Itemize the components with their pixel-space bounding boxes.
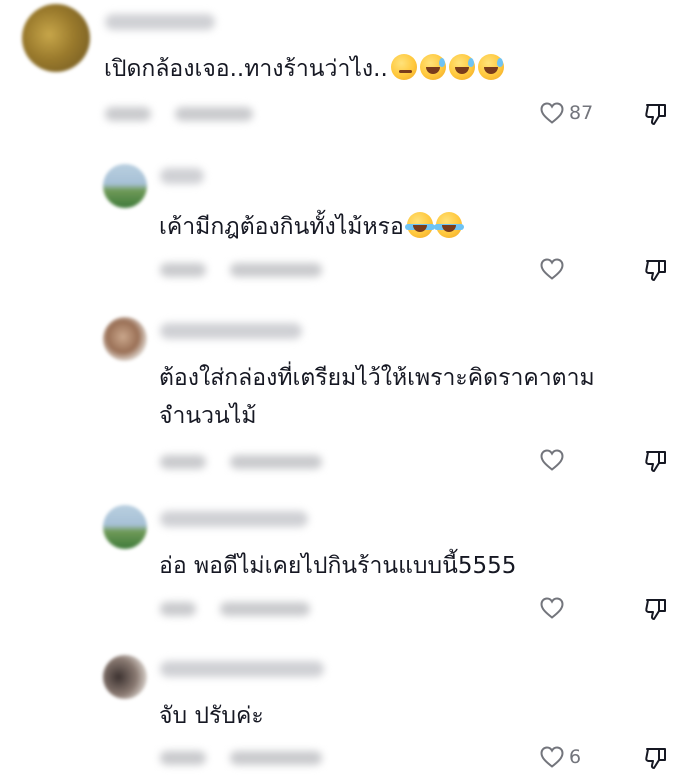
thumbs-down-outline-icon: [644, 449, 668, 473]
thumbs-down-outline-icon: [644, 597, 668, 621]
username-blurred[interactable]: [160, 168, 204, 184]
like-button[interactable]: 6: [540, 746, 581, 768]
username-blurred[interactable]: [160, 661, 324, 677]
heart-outline-icon: [540, 746, 564, 768]
reply-link-blurred[interactable]: [230, 455, 322, 469]
thumbs-down-outline-icon: [644, 746, 668, 770]
username-blurred[interactable]: [160, 511, 308, 527]
comment-text: จับ ปรับค่ะ: [159, 699, 264, 733]
comment-1: เปิดกล้องเจอ..ทางร้านว่าไง.. 87: [0, 0, 700, 140]
grin-sweat-emoji: [477, 54, 504, 80]
timestamp-blurred: [160, 455, 206, 469]
grin-sweat-emoji: [419, 54, 446, 80]
thumbs-down-outline-icon: [644, 258, 668, 282]
like-count: 6: [569, 746, 582, 768]
comment-body: จับ ปรับค่ะ: [159, 703, 264, 729]
dislike-button[interactable]: [644, 746, 668, 770]
comment-body: อ่อ พอดีไม่เคยไปกินร้านแบบนี้5555: [159, 553, 517, 579]
heart-outline-icon: [540, 258, 564, 280]
comment-4: อ่อ พอดีไม่เคยไปกินร้านแบบนี้5555: [0, 495, 700, 640]
avatar[interactable]: [103, 655, 147, 699]
timestamp-blurred: [160, 602, 196, 616]
dislike-button[interactable]: [644, 449, 668, 473]
timestamp-blurred: [160, 263, 206, 277]
comment-text: อ่อ พอดีไม่เคยไปกินร้านแบบนี้5555: [159, 549, 516, 583]
tears-of-joy-emoji: [404, 212, 435, 238]
heart-outline-icon: [540, 597, 564, 619]
like-button[interactable]: [540, 449, 569, 471]
comment-2: เค้ามีกฎต้องกินทั้งไม้หรอ: [0, 150, 700, 295]
reply-link-blurred[interactable]: [230, 263, 322, 277]
dislike-button[interactable]: [644, 597, 668, 621]
comment-body-line2: จำนวนไม้: [159, 403, 257, 429]
heart-outline-icon: [540, 102, 564, 124]
avatar[interactable]: [103, 164, 147, 208]
comment-text-continued: จำนวนไม้: [159, 399, 256, 433]
avatar[interactable]: [103, 317, 147, 361]
comment-body: เปิดกล้องเจอ..ทางร้านว่าไง..: [104, 56, 388, 82]
smirk-emoji: [390, 54, 417, 80]
grin-sweat-emoji: [448, 54, 475, 80]
username-blurred[interactable]: [160, 323, 302, 339]
avatar[interactable]: [103, 505, 147, 549]
comment-text: ต้องใส่กล่องที่เตรียมไว้ให้เพราะคิดราคาต…: [159, 361, 595, 395]
comment-text: เค้ามีกฎต้องกินทั้งไม้หรอ: [159, 210, 464, 244]
comment-body-line1: ต้องใส่กล่องที่เตรียมไว้ให้เพราะคิดราคาต…: [159, 365, 595, 391]
heart-outline-icon: [540, 449, 564, 471]
thumbs-down-outline-icon: [644, 102, 668, 126]
username-blurred[interactable]: [105, 14, 215, 30]
like-button[interactable]: [540, 597, 569, 619]
like-button[interactable]: [540, 258, 569, 280]
timestamp-blurred: [160, 751, 206, 765]
reply-link-blurred[interactable]: [220, 602, 310, 616]
comment-body: เค้ามีกฎต้องกินทั้งไม้หรอ: [159, 214, 404, 240]
like-button[interactable]: 87: [540, 102, 593, 124]
reply-link-blurred[interactable]: [230, 751, 322, 765]
avatar[interactable]: [22, 4, 90, 72]
tears-of-joy-emoji: [433, 212, 464, 238]
like-count: 87: [569, 102, 594, 124]
dislike-button[interactable]: [644, 258, 668, 282]
reply-link-blurred[interactable]: [175, 107, 253, 121]
timestamp-blurred: [105, 107, 151, 121]
comment-3: ต้องใส่กล่องที่เตรียมไว้ให้เพราะคิดราคาต…: [0, 305, 700, 490]
comment-text: เปิดกล้องเจอ..ทางร้านว่าไง..: [104, 52, 504, 86]
dislike-button[interactable]: [644, 102, 668, 126]
comment-5: จับ ปรับค่ะ 6: [0, 645, 700, 782]
